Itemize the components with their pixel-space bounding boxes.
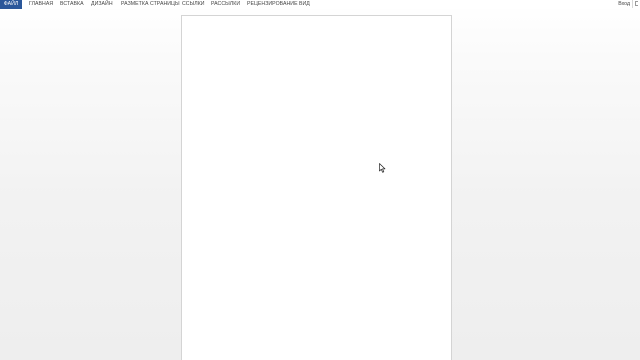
tab-references[interactable]: ССЫЛКИ xyxy=(182,0,205,8)
tab-home[interactable]: ГЛАВНАЯ xyxy=(29,0,53,8)
tab-page-layout[interactable]: РАЗМЕТКА СТРАНИЦЫ xyxy=(121,0,180,8)
ribbon-tab-bar: ФАЙЛ ГЛАВНАЯ ВСТАВКА ДИЗАЙН РАЗМЕТКА СТР… xyxy=(0,0,640,9)
tab-review[interactable]: РЕЦЕНЗИРОВАНИЕ xyxy=(247,0,298,8)
tab-mailings[interactable]: РАССЫЛКИ xyxy=(211,0,240,8)
account-avatar-icon[interactable] xyxy=(632,0,640,8)
tab-view[interactable]: ВИД xyxy=(299,0,310,8)
tab-design[interactable]: ДИЗАЙН xyxy=(91,0,113,8)
tab-file[interactable]: ФАЙЛ xyxy=(0,0,22,9)
mouse-pointer-icon xyxy=(379,160,386,173)
sign-in-link[interactable]: Вход xyxy=(618,0,630,8)
tab-insert[interactable]: ВСТАВКА xyxy=(60,0,84,8)
document-page[interactable] xyxy=(181,15,452,360)
